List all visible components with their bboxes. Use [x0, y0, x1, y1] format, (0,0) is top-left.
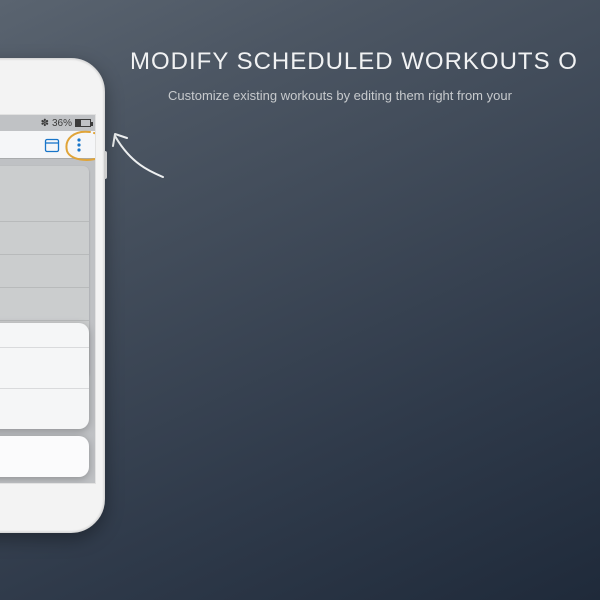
- battery-percent: 36%: [52, 118, 72, 129]
- phone-frame: ✽ 36% n as you hit the ee sets!: [0, 58, 105, 533]
- rounds-label: out of 3 rounds: [0, 205, 89, 221]
- calendar-icon[interactable]: [44, 137, 60, 153]
- workout-description: n as you hit the ee sets!: [0, 166, 89, 205]
- battery-icon: [75, 119, 91, 127]
- bluetooth-icon: ✽: [41, 118, 49, 129]
- action-sheet: her day rkout l: [0, 323, 89, 477]
- list-item[interactable]: al - V-Up: [0, 254, 89, 287]
- edit-workout-button[interactable]: rkout: [0, 388, 89, 429]
- more-icon[interactable]: [71, 137, 87, 153]
- list-item[interactable]: t Over Row: [0, 287, 89, 320]
- sheet-header: [0, 323, 89, 347]
- arrow-doodle: [103, 122, 173, 192]
- cancel-button[interactable]: l: [0, 436, 89, 477]
- nav-bar: [0, 131, 95, 159]
- hero-title: MODIFY SCHEDULED WORKOUTS O: [130, 48, 600, 76]
- list-item[interactable]: fts: [0, 221, 89, 254]
- hero-subtitle: Customize existing workouts by editing t…: [168, 88, 600, 103]
- status-bar: ✽ 36%: [0, 115, 95, 131]
- phone-screen: ✽ 36% n as you hit the ee sets!: [0, 114, 96, 484]
- move-day-button[interactable]: her day: [0, 347, 89, 388]
